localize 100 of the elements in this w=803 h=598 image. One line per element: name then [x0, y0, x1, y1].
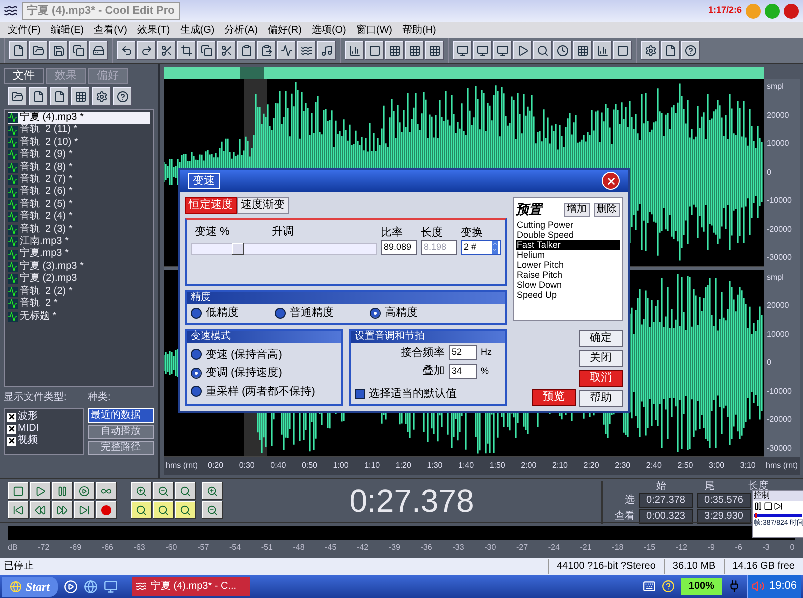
preset-item[interactable]: Fast Talker: [516, 240, 620, 250]
rewind-button[interactable]: [30, 501, 51, 519]
toolbar-button[interactable]: [317, 41, 336, 60]
file-item[interactable]: 音轨 2 (3) *: [8, 224, 150, 236]
panel-tab[interactable]: 文件: [4, 68, 44, 84]
toolbar-button[interactable]: [425, 41, 444, 60]
file-item[interactable]: 音轨 2 (6) *: [8, 186, 150, 199]
toolbar-button[interactable]: [217, 41, 236, 60]
input-field[interactable]: 89.089: [381, 240, 417, 254]
toolbar-button[interactable]: [593, 41, 612, 60]
file-item[interactable]: 宁夏 (2).mp3: [8, 273, 150, 286]
radio-button[interactable]: [191, 349, 202, 360]
file-item[interactable]: 无标题 *: [8, 310, 150, 323]
radio-button[interactable]: [191, 308, 202, 319]
menu-item[interactable]: 编辑(E): [50, 22, 84, 38]
toolbar-button[interactable]: [493, 41, 512, 60]
panel-button[interactable]: 完整路径: [88, 441, 154, 455]
toolbar-button[interactable]: [345, 41, 364, 60]
toolbar-button[interactable]: [92, 87, 111, 106]
toolbar-button[interactable]: [157, 41, 176, 60]
preset-item[interactable]: Raise Pitch: [516, 270, 620, 280]
spin-field[interactable]: 2 #: [461, 240, 501, 254]
file-item[interactable]: 宁夏 (4).mp3 *: [8, 112, 150, 124]
keyboard-icon[interactable]: [642, 580, 656, 593]
time-field[interactable]: 3:29.930: [697, 509, 751, 524]
file-item[interactable]: 音轨 2 (7) *: [8, 174, 150, 186]
toolbar-button[interactable]: [385, 41, 404, 60]
zoom-button[interactable]: [153, 482, 174, 500]
close-button[interactable]: [602, 172, 620, 190]
toolbar-button[interactable]: [297, 41, 316, 60]
toolbar-button[interactable]: [661, 41, 680, 60]
go-to-start-button[interactable]: [8, 501, 29, 519]
file-item[interactable]: 音轨 2 (11) *: [8, 124, 150, 137]
file-item[interactable]: 音轨 2 (10) *: [8, 136, 150, 150]
toolbar-button[interactable]: [237, 41, 256, 60]
menu-item[interactable]: 选项(O): [312, 22, 346, 38]
radio-button[interactable]: [191, 368, 202, 379]
delete-button[interactable]: 删除: [594, 202, 620, 217]
play-to-end-button[interactable]: [74, 482, 95, 500]
menu-item[interactable]: 效果(T): [137, 22, 170, 38]
zoom-button[interactable]: [175, 482, 196, 500]
file-item[interactable]: 江南.mp3 *: [8, 236, 150, 248]
input-field[interactable]: 52: [449, 345, 477, 360]
pause-button[interactable]: [52, 482, 73, 500]
radio-button[interactable]: [275, 308, 286, 319]
record-button[interactable]: [96, 501, 117, 519]
toolbar-button[interactable]: [573, 41, 592, 60]
go-to-end-button[interactable]: [74, 501, 95, 519]
toolbar-button[interactable]: [365, 41, 384, 60]
checkbox[interactable]: [7, 436, 16, 446]
time-field[interactable]: 0:00.323: [639, 509, 693, 524]
sort-dropdown[interactable]: 最近的数据: [88, 408, 154, 423]
toolbar-button[interactable]: [197, 41, 216, 60]
seek-track[interactable]: [754, 514, 802, 517]
toolbar-button[interactable]: [473, 41, 492, 60]
zoom-button[interactable]: [153, 501, 174, 519]
zoom-button[interactable]: [175, 501, 196, 519]
toolbar-button[interactable]: [50, 87, 69, 106]
toolbar-button[interactable]: [29, 41, 48, 60]
stop-button[interactable]: [8, 482, 29, 500]
time-field[interactable]: 0:35.576: [697, 493, 751, 508]
preset-item[interactable]: Cutting Power: [516, 220, 620, 230]
pause-icon[interactable]: [754, 502, 763, 511]
menu-item[interactable]: 帮助(H): [402, 22, 436, 38]
toolbar-button[interactable]: [513, 41, 532, 60]
toolbar-button[interactable]: [277, 41, 296, 60]
time-field[interactable]: 0:27.378: [639, 493, 693, 508]
toolbar-button[interactable]: [8, 87, 27, 106]
loop-button[interactable]: [96, 482, 117, 500]
preset-item[interactable]: Double Speed: [516, 230, 620, 240]
toolbar-button[interactable]: [69, 41, 88, 60]
panel-button[interactable]: 自动播放: [88, 425, 154, 439]
menu-item[interactable]: 文件(F): [8, 22, 41, 38]
toolbar-button[interactable]: [9, 41, 28, 60]
menu-item[interactable]: 窗口(W): [356, 22, 392, 38]
toolbar-button[interactable]: [533, 41, 552, 60]
zoom-button[interactable]: [131, 482, 152, 500]
spin-arrows-icon[interactable]: [492, 240, 498, 254]
vertical-zoom-button[interactable]: [202, 482, 223, 500]
zoom-button[interactable]: [131, 501, 152, 519]
input-field[interactable]: 34: [449, 364, 477, 379]
toolbar-button[interactable]: [553, 41, 572, 60]
dialog-button[interactable]: 帮助: [579, 390, 623, 407]
file-item[interactable]: 音轨 2 (8) *: [8, 162, 150, 174]
help-icon[interactable]: [662, 580, 675, 593]
file-item[interactable]: 音轨 2 *: [8, 298, 150, 310]
power-plug-icon[interactable]: [728, 580, 742, 593]
radio-button[interactable]: [370, 308, 381, 319]
toolbar-button[interactable]: [137, 41, 156, 60]
file-item[interactable]: 音轨 2 (4) *: [8, 211, 150, 224]
step-icon[interactable]: [774, 502, 783, 511]
menu-item[interactable]: 分析(A): [224, 22, 258, 38]
close-button[interactable]: [784, 4, 799, 18]
toolbar-button[interactable]: [117, 41, 136, 60]
dialog-tab[interactable]: 速度渐变: [237, 197, 289, 214]
dialog-button[interactable]: 确定: [579, 330, 623, 347]
checkbox[interactable]: [355, 388, 365, 399]
file-item[interactable]: 音轨 2 (9) *: [8, 149, 150, 162]
checkbox[interactable]: [7, 412, 16, 422]
menu-item[interactable]: 生成(G): [180, 22, 215, 38]
